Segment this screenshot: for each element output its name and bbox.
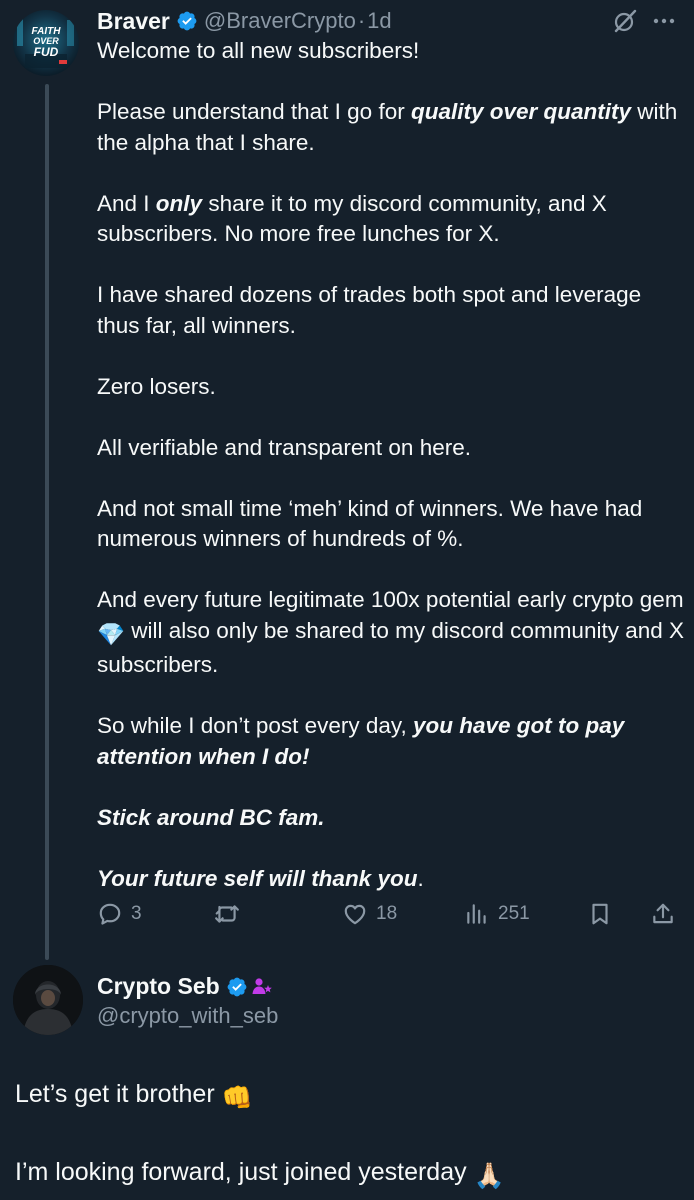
reply-author-handle[interactable]: @crypto_with_seb [97,1003,278,1029]
tweet-text: And not small time ‘meh’ kind of winners… [97,495,643,552]
tweet-paragraph: And I only share it to my discord commun… [97,189,687,250]
main-tweet: FAITH OVER FUD Braver @BraverCrypto · 1d… [0,0,694,960]
tweet-paragraph: All verifiable and transparent on here. [97,433,687,464]
tweet-actions: 3 18 251 [97,897,687,931]
verified-icon [227,977,247,996]
verified-icon [177,11,197,31]
reply-count: 3 [131,903,142,924]
reply-line: I’m looking forward, just joined yesterd… [15,1153,685,1195]
tweet-paragraph: Stick around BC fam. [97,803,687,834]
tweet-time[interactable]: 1d [367,8,391,34]
tweet-paragraph: Please understand that I go for quality … [97,97,687,158]
reply-header: Crypto Seb [97,973,273,1000]
tweet-text: Zero losers. [97,373,216,399]
tweet-paragraph: So while I don’t post every day, you hav… [97,711,687,772]
like-action[interactable]: 18 [342,897,397,931]
views-action[interactable]: 251 [464,897,530,931]
praying-hands-emoji-icon: 🙏🏻 [473,1162,505,1190]
author-avatar[interactable]: FAITH OVER FUD [13,10,79,76]
share-action[interactable] [650,897,676,931]
like-count: 18 [376,903,398,924]
tweet-paragraph: Your future self will thank you. [97,864,687,895]
tweet-text: Please understand that I go for [97,99,411,124]
reply-line: Let’s get it brother 👊 [15,1075,685,1117]
repost-icon [215,905,239,923]
tweet-paragraph: And not small time ‘meh’ kind of winners… [97,494,687,555]
tweet-body: Welcome to all new subscribers! Please un… [97,36,687,894]
tweet-paragraph: Welcome to all new subscribers! [97,36,687,67]
emphasis-text: quality over quantity [410,99,632,124]
emphasis-text: only [155,190,203,216]
repost-action[interactable] [214,897,248,931]
tweet-text: will also only be shared to my discord c… [97,617,685,678]
tweet-text: So while I don’t post every day, [97,713,413,738]
tweet-text: I have shared dozens of trades both spot… [97,282,642,338]
reply-body: Let’s get it brother 👊 I’m looking forwa… [15,1075,685,1195]
views-icon [467,904,486,924]
grok-icon[interactable] [612,8,638,34]
reply-line-text: I’m looking forward, just joined yesterd… [15,1158,474,1186]
thread-line [45,84,49,960]
tweet-text: Welcome to all new subscribers! [97,38,420,63]
gem-emoji-icon: 💎 [97,621,126,647]
tweet-text: And I [97,190,156,216]
tweet-header: Braver @BraverCrypto · 1d [97,4,392,38]
views-count: 251 [498,903,530,924]
reply-author-name[interactable]: Crypto Seb [97,973,220,1000]
separator-dot: · [357,8,366,33]
reply-author-avatar[interactable] [13,965,83,1035]
reply-icon [99,903,121,925]
like-icon [344,904,366,925]
tweet-paragraph: I have shared dozens of trades both spot… [97,280,687,341]
tweet-text: All verifiable and transparent on here. [97,434,471,460]
bookmark-icon [592,903,608,925]
tweet-text: And every future legitimate 100x potenti… [97,587,684,612]
tweet-paragraph: And every future legitimate 100x potenti… [97,585,687,681]
more-icon[interactable] [651,8,677,34]
tweet-text: . [417,865,424,891]
author-name[interactable]: Braver [97,8,170,35]
avatar-text-3: FUD [34,45,59,59]
author-handle[interactable]: @BraverCrypto [204,8,356,34]
reply-tweet: Crypto Seb @crypto_with_seb Let’s get it… [0,955,694,1200]
subscriber-badge-icon [252,977,272,994]
reply-line-text: Let’s get it brother [15,1080,222,1108]
share-icon [653,903,673,924]
reply-action[interactable]: 3 [97,897,142,931]
bookmark-action[interactable] [587,897,613,931]
emphasis-text: Stick around BC fam. [97,804,325,830]
emphasis-text: Your future self will thank you [97,865,418,891]
tweet-paragraph: Zero losers. [97,372,687,403]
fist-emoji-icon: 👊 [221,1084,253,1112]
